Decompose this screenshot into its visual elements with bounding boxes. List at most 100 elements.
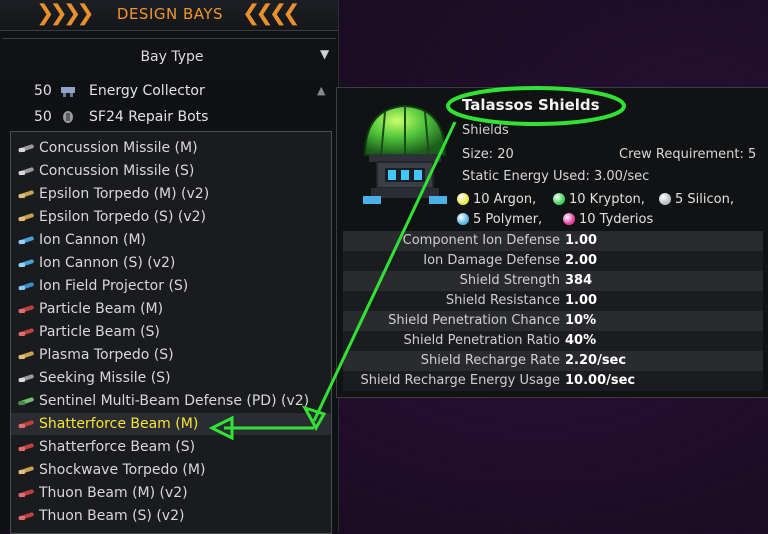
dropdown-item-label: Particle Beam (S) [39,324,160,340]
torpedo-icon [18,466,34,475]
crew-requirement: Crew Requirement: 5 [619,147,757,162]
dropdown-item[interactable]: Plasma Torpedo (S) [11,344,331,366]
dropdown-item-label: Particle Beam (M) [39,301,164,317]
stat-label: Ion Damage Defense [423,253,560,268]
beam-icon [18,305,34,314]
dropdown-item[interactable]: Particle Beam (S) [11,321,331,343]
bay-row-repair-bots[interactable]: 50 SF24 Repair Bots [12,106,312,128]
component-tooltip: Talassos Shields Shields Size: 20 Crew R… [336,87,768,398]
dropdown-item[interactable]: Epsilon Torpedo (S) (v2) [11,206,331,228]
stat-row: Shield Penetration Chance 10% [343,311,763,331]
beam-icon [18,443,34,452]
dropdown-item[interactable]: Shockwave Torpedo (M) [11,459,331,481]
component-category: Shields [462,123,509,138]
stat-value: 2.00 [565,253,598,268]
bay-count: 50 [34,83,52,99]
dropdown-item-label: Shockwave Torpedo (M) [39,462,206,478]
energy-collector-icon [61,87,75,97]
weapon-dropdown-list[interactable]: Concussion Missile (M) Concussion Missile… [10,131,332,534]
silicon-icon [659,193,671,205]
chevron-right-icon: ❮❮❮❮ [242,1,301,26]
stat-label: Shield Resistance [445,293,560,308]
bay-type-label: Bay Type [140,49,204,65]
cannon-icon [18,236,34,245]
dropdown-item[interactable]: Thuon Beam (S) (v2) [11,505,331,527]
dropdown-item[interactable]: Shatterforce Beam (S) [11,436,331,458]
resource-polymer: 5 Polymer, [457,212,542,227]
dropdown-item[interactable]: Ion Cannon (S) (v2) [11,252,331,274]
stat-value: 10% [565,313,597,328]
cannon-icon [18,259,34,268]
dropdown-item[interactable]: Particle Beam (M) [11,298,331,320]
shield-generator-icon [363,104,447,204]
dropdown-item-label: Epsilon Torpedo (S) (v2) [39,209,206,225]
dropdown-item[interactable]: Ion Field Projector (S) [11,275,331,297]
dropdown-item-label: Ion Field Projector (S) [39,278,189,294]
dropdown-item[interactable]: Shatterforce Beam (M) [11,413,331,435]
beam-icon [18,328,34,337]
stat-label: Shield Recharge Rate [420,353,560,368]
beam-icon [18,512,34,521]
torpedo-icon [18,351,34,360]
dropdown-item[interactable]: Epsilon Torpedo (M) (v2) [11,183,331,205]
dropdown-item-label: Ion Cannon (M) [39,232,147,248]
argon-icon [457,193,469,205]
stat-value: 1.00 [565,293,598,308]
stat-label: Component Ion Defense [402,233,560,248]
bay-type-dropdown[interactable]: Bay Type ▼ [2,38,336,77]
resource-silicon: 5 Silicon, [659,192,734,207]
dropdown-item-label: Epsilon Torpedo (M) (v2) [39,186,210,202]
stat-row: Shield Recharge Energy Usage 10.00/sec [343,371,763,391]
defense-icon [18,397,34,406]
stat-label: Shield Recharge Energy Usage [360,373,560,388]
polymer-icon [457,213,469,225]
dropdown-item[interactable]: Ion Cannon (M) [11,229,331,251]
static-energy: Static Energy Used: 3.00/sec [462,169,650,184]
repair-bots-icon [63,111,73,123]
dropdown-item-label: Concussion Missile (S) [39,163,195,179]
stat-label: Shield Strength [459,273,560,288]
bay-name: Energy Collector [89,83,205,99]
beam-icon [18,420,34,429]
stat-label: Shield Penetration Chance [388,313,560,328]
missile-icon [18,144,34,153]
projector-icon [18,282,34,291]
stat-value: 2.20/sec [565,353,627,368]
resource-argon: 10 Argon, [457,192,536,207]
torpedo-icon [18,190,34,199]
dropdown-item[interactable]: Thuon Beam (M) (v2) [11,482,331,504]
torpedo-icon [18,213,34,222]
dropdown-item-label: Shatterforce Beam (M) [39,416,199,432]
stat-row: Ion Damage Defense 2.00 [343,251,763,271]
dropdown-item-label: Thuon Beam (M) (v2) [39,485,188,501]
stat-value: 40% [565,333,597,348]
stat-row: Component Ion Defense 1.00 [343,231,763,251]
caret-down-icon: ▼ [320,47,330,61]
scroll-up-icon[interactable]: ▲ [317,84,325,97]
tyderios-icon [563,213,575,225]
dropdown-item[interactable]: Seeking Missile (S) [11,367,331,389]
krypton-icon [553,193,565,205]
bay-name: SF24 Repair Bots [89,109,209,125]
dropdown-item-label: Ion Cannon (S) (v2) [39,255,176,271]
dropdown-item[interactable]: Concussion Missile (M) [11,137,331,159]
design-bays-title: DESIGN BAYS [116,5,224,23]
bay-count: 50 [34,109,52,125]
stat-label: Shield Penetration Ratio [403,333,560,348]
stat-value: 10.00/sec [565,373,636,388]
dropdown-item[interactable]: Concussion Missile (S) [11,160,331,182]
stats-table: Component Ion Defense 1.00 Ion Damage Defe… [343,231,763,391]
missile-icon [18,374,34,383]
dropdown-item-label: Sentinel Multi-Beam Defense (PD) (v2) [39,393,310,409]
chevron-left-icon: ❯❯❯❯ [36,1,95,26]
resource-tyderios: 10 Tyderios [563,212,653,227]
dropdown-item-label: Concussion Missile (M) [39,140,198,156]
stat-row: Shield Recharge Rate 2.20/sec [343,351,763,371]
dropdown-item-label: Seeking Missile (S) [39,370,171,386]
bay-row-energy-collector[interactable]: 50 Energy Collector [12,80,312,102]
missile-icon [18,167,34,176]
dropdown-item[interactable]: Sentinel Multi-Beam Defense (PD) (v2) [11,390,331,412]
dropdown-item-label: Thuon Beam (S) (v2) [39,508,185,524]
resource-krypton: 10 Krypton, [553,192,645,207]
component-size: Size: 20 [462,147,514,162]
